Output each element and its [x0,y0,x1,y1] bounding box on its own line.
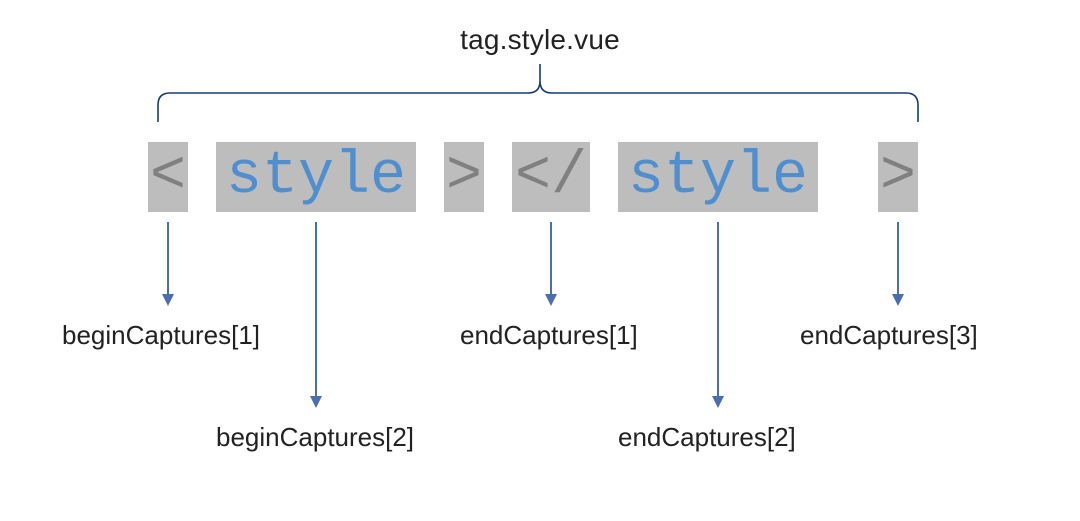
token-open-angle: < [148,142,188,212]
diagram-overlay [0,0,1080,521]
token-style-close: style [618,142,818,212]
bracket-top [158,64,918,122]
token-close-angle: > [444,142,484,212]
token-style-open: style [216,142,416,212]
label-end-captures-1: endCaptures[1] [460,320,638,351]
label-end-captures-2: endCaptures[2] [618,422,796,453]
label-end-captures-3: endCaptures[3] [800,320,978,351]
label-begin-captures-2: beginCaptures[2] [216,422,414,453]
diagram-title: tag.style.vue [0,24,1080,56]
token-close-endtag: > [878,142,918,212]
label-begin-captures-1: beginCaptures[1] [62,320,260,351]
token-open-endtag: </ [512,142,590,212]
